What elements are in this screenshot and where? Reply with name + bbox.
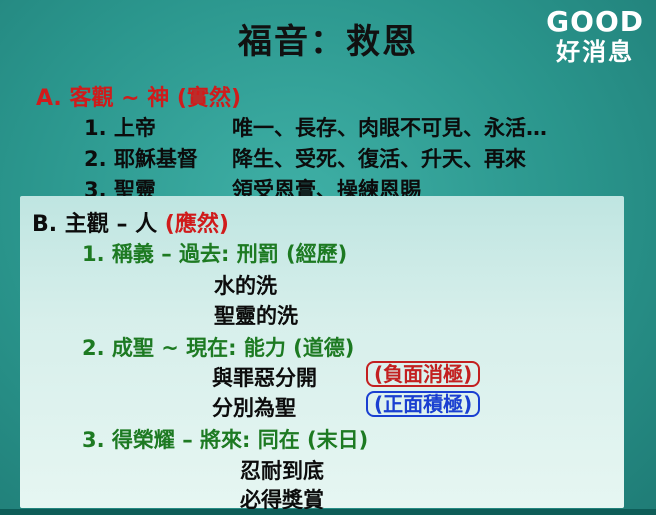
channel-logo: GOOD 好消息 [546,5,644,67]
section-b-heading: B. 主觀 – 人 (應然) [32,206,229,238]
section-b-item-2-sub-1: 與罪惡分開 [212,366,317,390]
section-a-item-1-num: 1. 上帝 [84,116,156,140]
section-a-item-2-text: 降生、受死、復活、升天、再來 [232,147,526,171]
section-b-item-2-sub-2: 分別為聖 [212,396,296,420]
section-b-item-1-sub-2: 聖靈的洗 [214,304,298,328]
section-a-label: A. 客觀 ~ 神 [36,86,170,111]
section-a-heading: A. 客觀 ~ 神 (實然) [36,80,241,112]
section-a-item-2-num: 2. 耶穌基督 [84,147,198,171]
section-b-item-2-head: 2. 成聖 ~ 現在: 能力 (道德) [82,336,355,360]
positive-tag: (正面積極) [366,391,481,417]
section-b-item-3-sub-1: 忍耐到底 [240,459,324,483]
section-b-tag: (應然) [164,212,229,237]
positive-tag-box: (正面積極) [366,391,481,417]
section-b-label: B. 主觀 – 人 [32,212,158,237]
negative-tag-box: (負面消極) [366,361,481,387]
section-b-item-1-sub-1: 水的洗 [214,274,277,298]
section-a-tag: (實然) [176,86,242,111]
logo-good-text: GOOD [546,5,644,38]
bottom-bar [0,509,656,515]
logo-chinese-text: 好消息 [556,38,635,66]
section-b-item-3-head: 3. 得榮耀 – 將來: 同在 (末日) [82,428,369,452]
section-b-item-1-head: 1. 稱義 – 過去: 刑罰 (經歷) [82,242,348,266]
negative-tag: (負面消極) [366,361,481,387]
section-a-item-1-text: 唯一、長存、肉眼不可見、永活… [232,116,547,140]
